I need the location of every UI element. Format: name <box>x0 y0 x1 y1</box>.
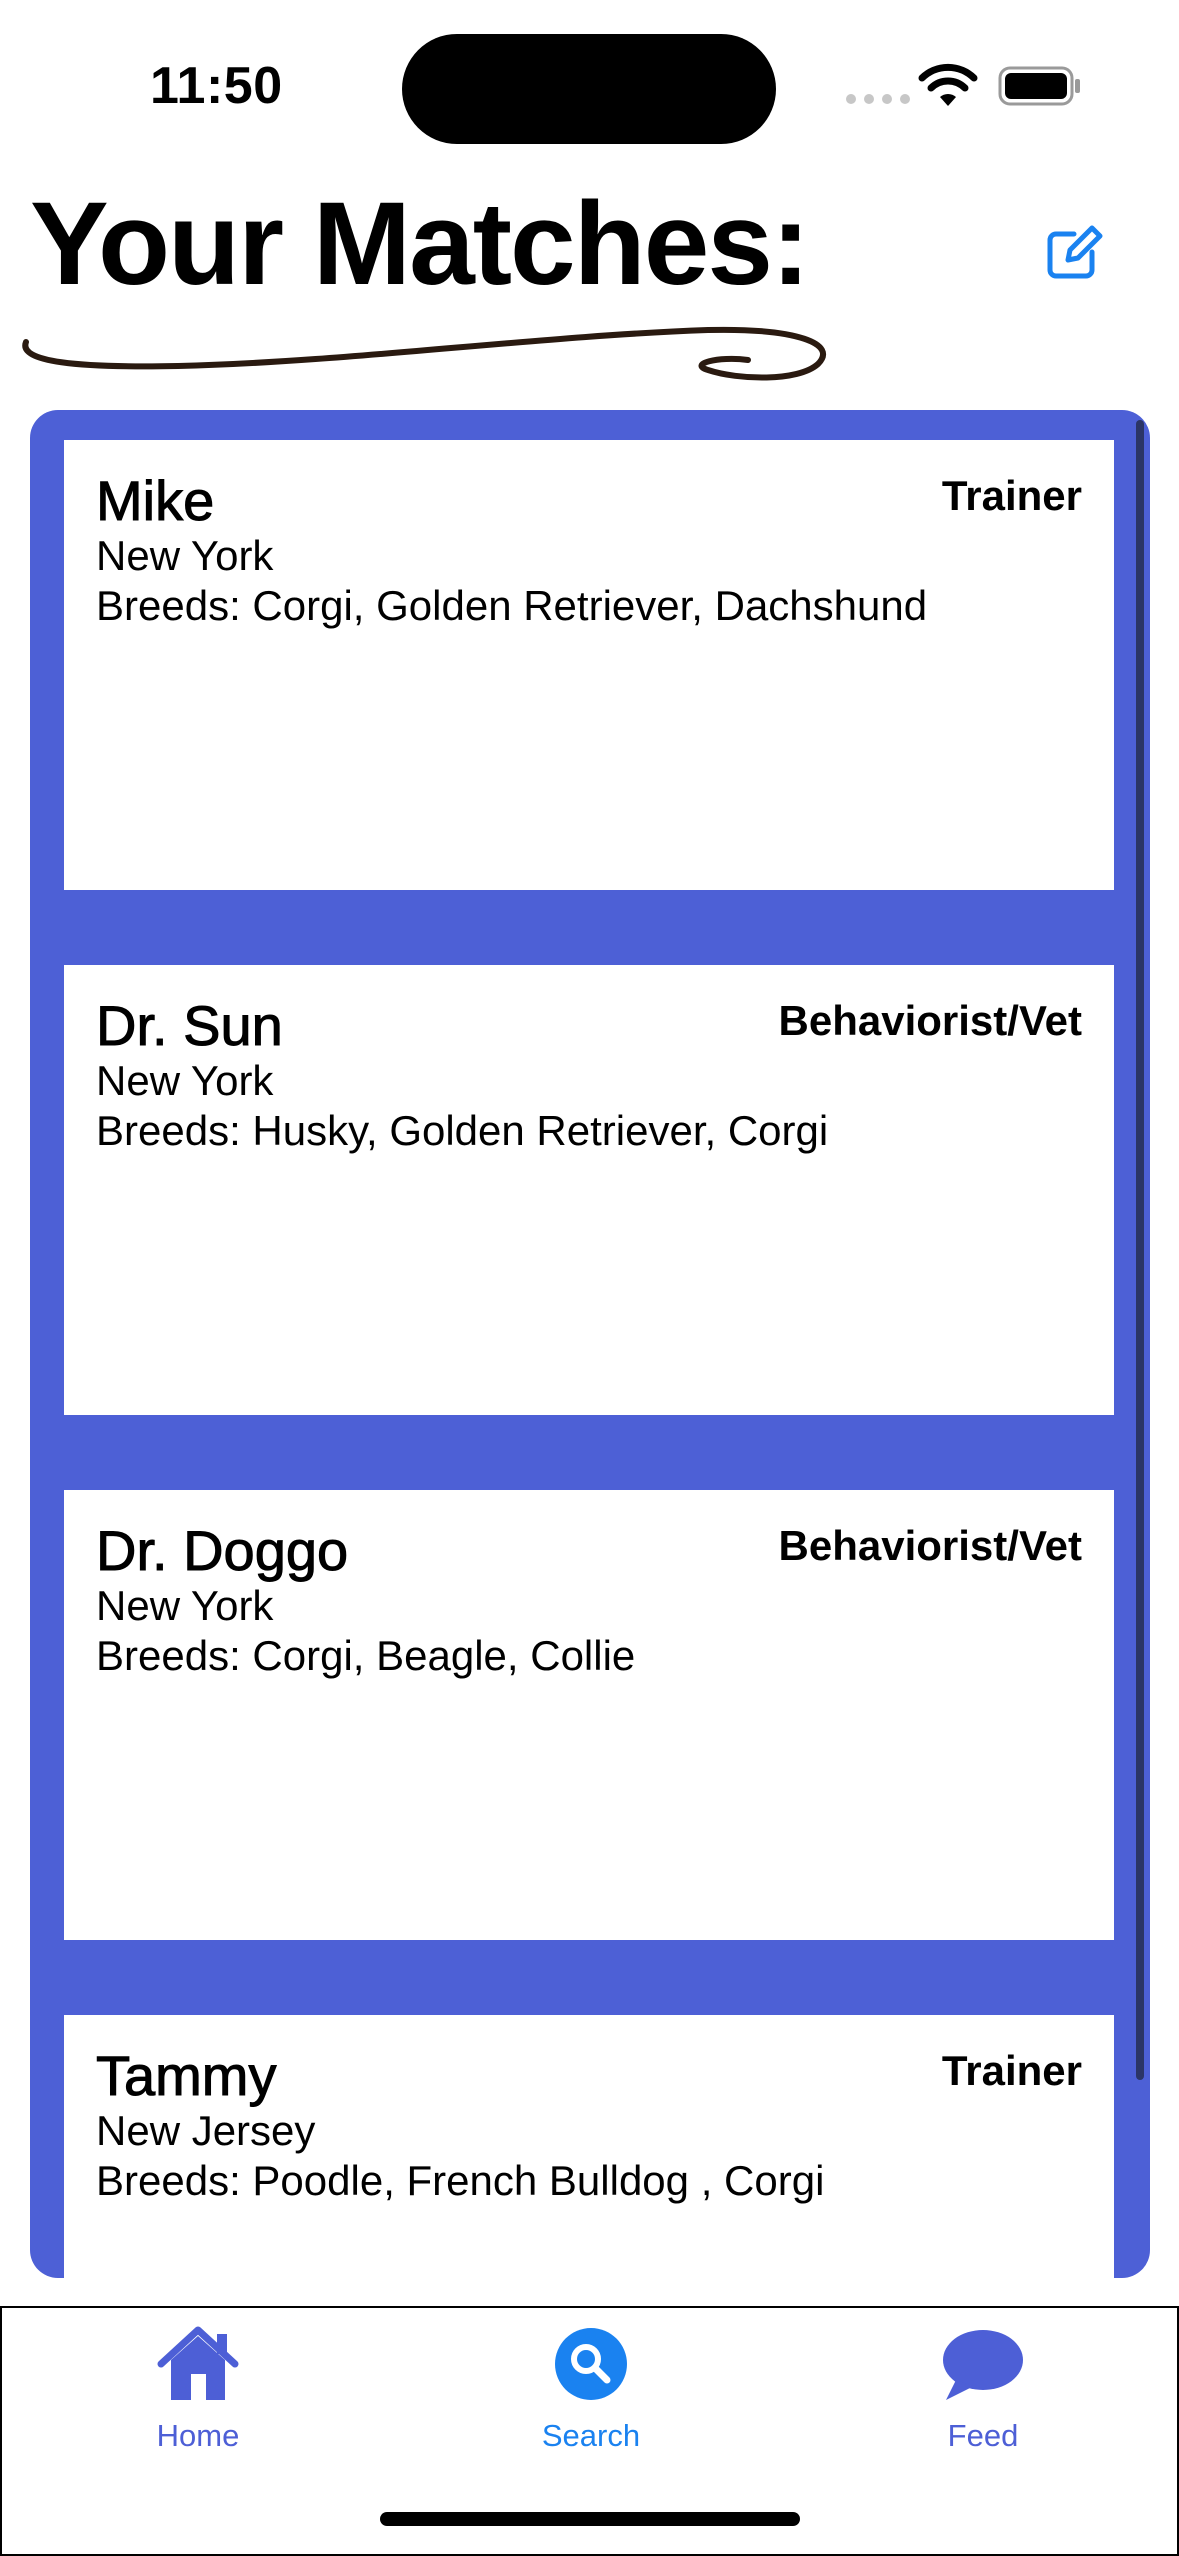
tab-feed-label: Feed <box>947 2418 1019 2453</box>
match-breeds: Breeds: Husky, Golden Retriever, Corgi <box>96 1107 829 1154</box>
match-name: Dr. Sun <box>96 994 284 1058</box>
tab-home-label: Home <box>156 2418 240 2453</box>
match-name: Mike <box>95 469 215 533</box>
match-location: New York <box>96 1057 274 1104</box>
match-card[interactable]: Mike Trainer New York Breeds: Corgi, Gol… <box>64 440 1114 890</box>
match-breeds: Breeds: Corgi, Beagle, Collie <box>96 1632 636 1679</box>
page-title: Your Matches: <box>30 178 810 310</box>
square-pencil-icon <box>1047 225 1103 279</box>
home-indicator <box>380 2512 800 2526</box>
edit-button[interactable] <box>1044 222 1104 282</box>
tab-home[interactable]: Home <box>98 2324 298 2474</box>
match-role: Behaviorist/Vet <box>778 997 1082 1044</box>
match-breeds: Breeds: Corgi, Golden Retriever, Dachshu… <box>96 582 928 629</box>
match-card[interactable]: Tammy Trainer New Jersey Breeds: Poodle,… <box>64 2015 1114 2278</box>
title-underline-swash <box>22 326 826 381</box>
tab-search-label: Search <box>541 2418 641 2453</box>
tab-search[interactable]: Search <box>491 2324 691 2474</box>
match-card[interactable]: Dr. Doggo Behaviorist/Vet New York Breed… <box>64 1490 1114 1940</box>
speech-bubble-icon <box>943 2330 1023 2400</box>
match-role: Trainer <box>941 472 1082 519</box>
match-name: Tammy <box>95 2044 277 2108</box>
matches-list[interactable]: Mike Trainer New York Breeds: Corgi, Gol… <box>30 410 1150 2278</box>
match-location: New York <box>96 532 274 579</box>
match-card[interactable]: Dr. Sun Behaviorist/Vet New York Breeds:… <box>64 965 1114 1415</box>
cellular-signal-icon <box>846 94 910 104</box>
match-role: Behaviorist/Vet <box>778 1522 1082 1569</box>
scrollbar[interactable] <box>1136 420 1144 2080</box>
house-icon <box>157 2326 239 2400</box>
match-role: Trainer <box>941 2047 1082 2094</box>
wifi-icon <box>918 63 978 106</box>
match-location: New York <box>96 1582 274 1629</box>
tab-feed[interactable]: Feed <box>883 2324 1083 2474</box>
dynamic-island <box>402 34 776 144</box>
match-location: New Jersey <box>96 2107 316 2154</box>
match-name: Dr. Doggo <box>95 1519 349 1583</box>
battery-icon <box>998 66 1080 106</box>
magnifying-glass-circle-icon <box>555 2328 627 2400</box>
match-breeds: Breeds: Poodle, French Bulldog , Corgi <box>96 2157 825 2204</box>
status-time: 11:50 <box>150 57 283 115</box>
